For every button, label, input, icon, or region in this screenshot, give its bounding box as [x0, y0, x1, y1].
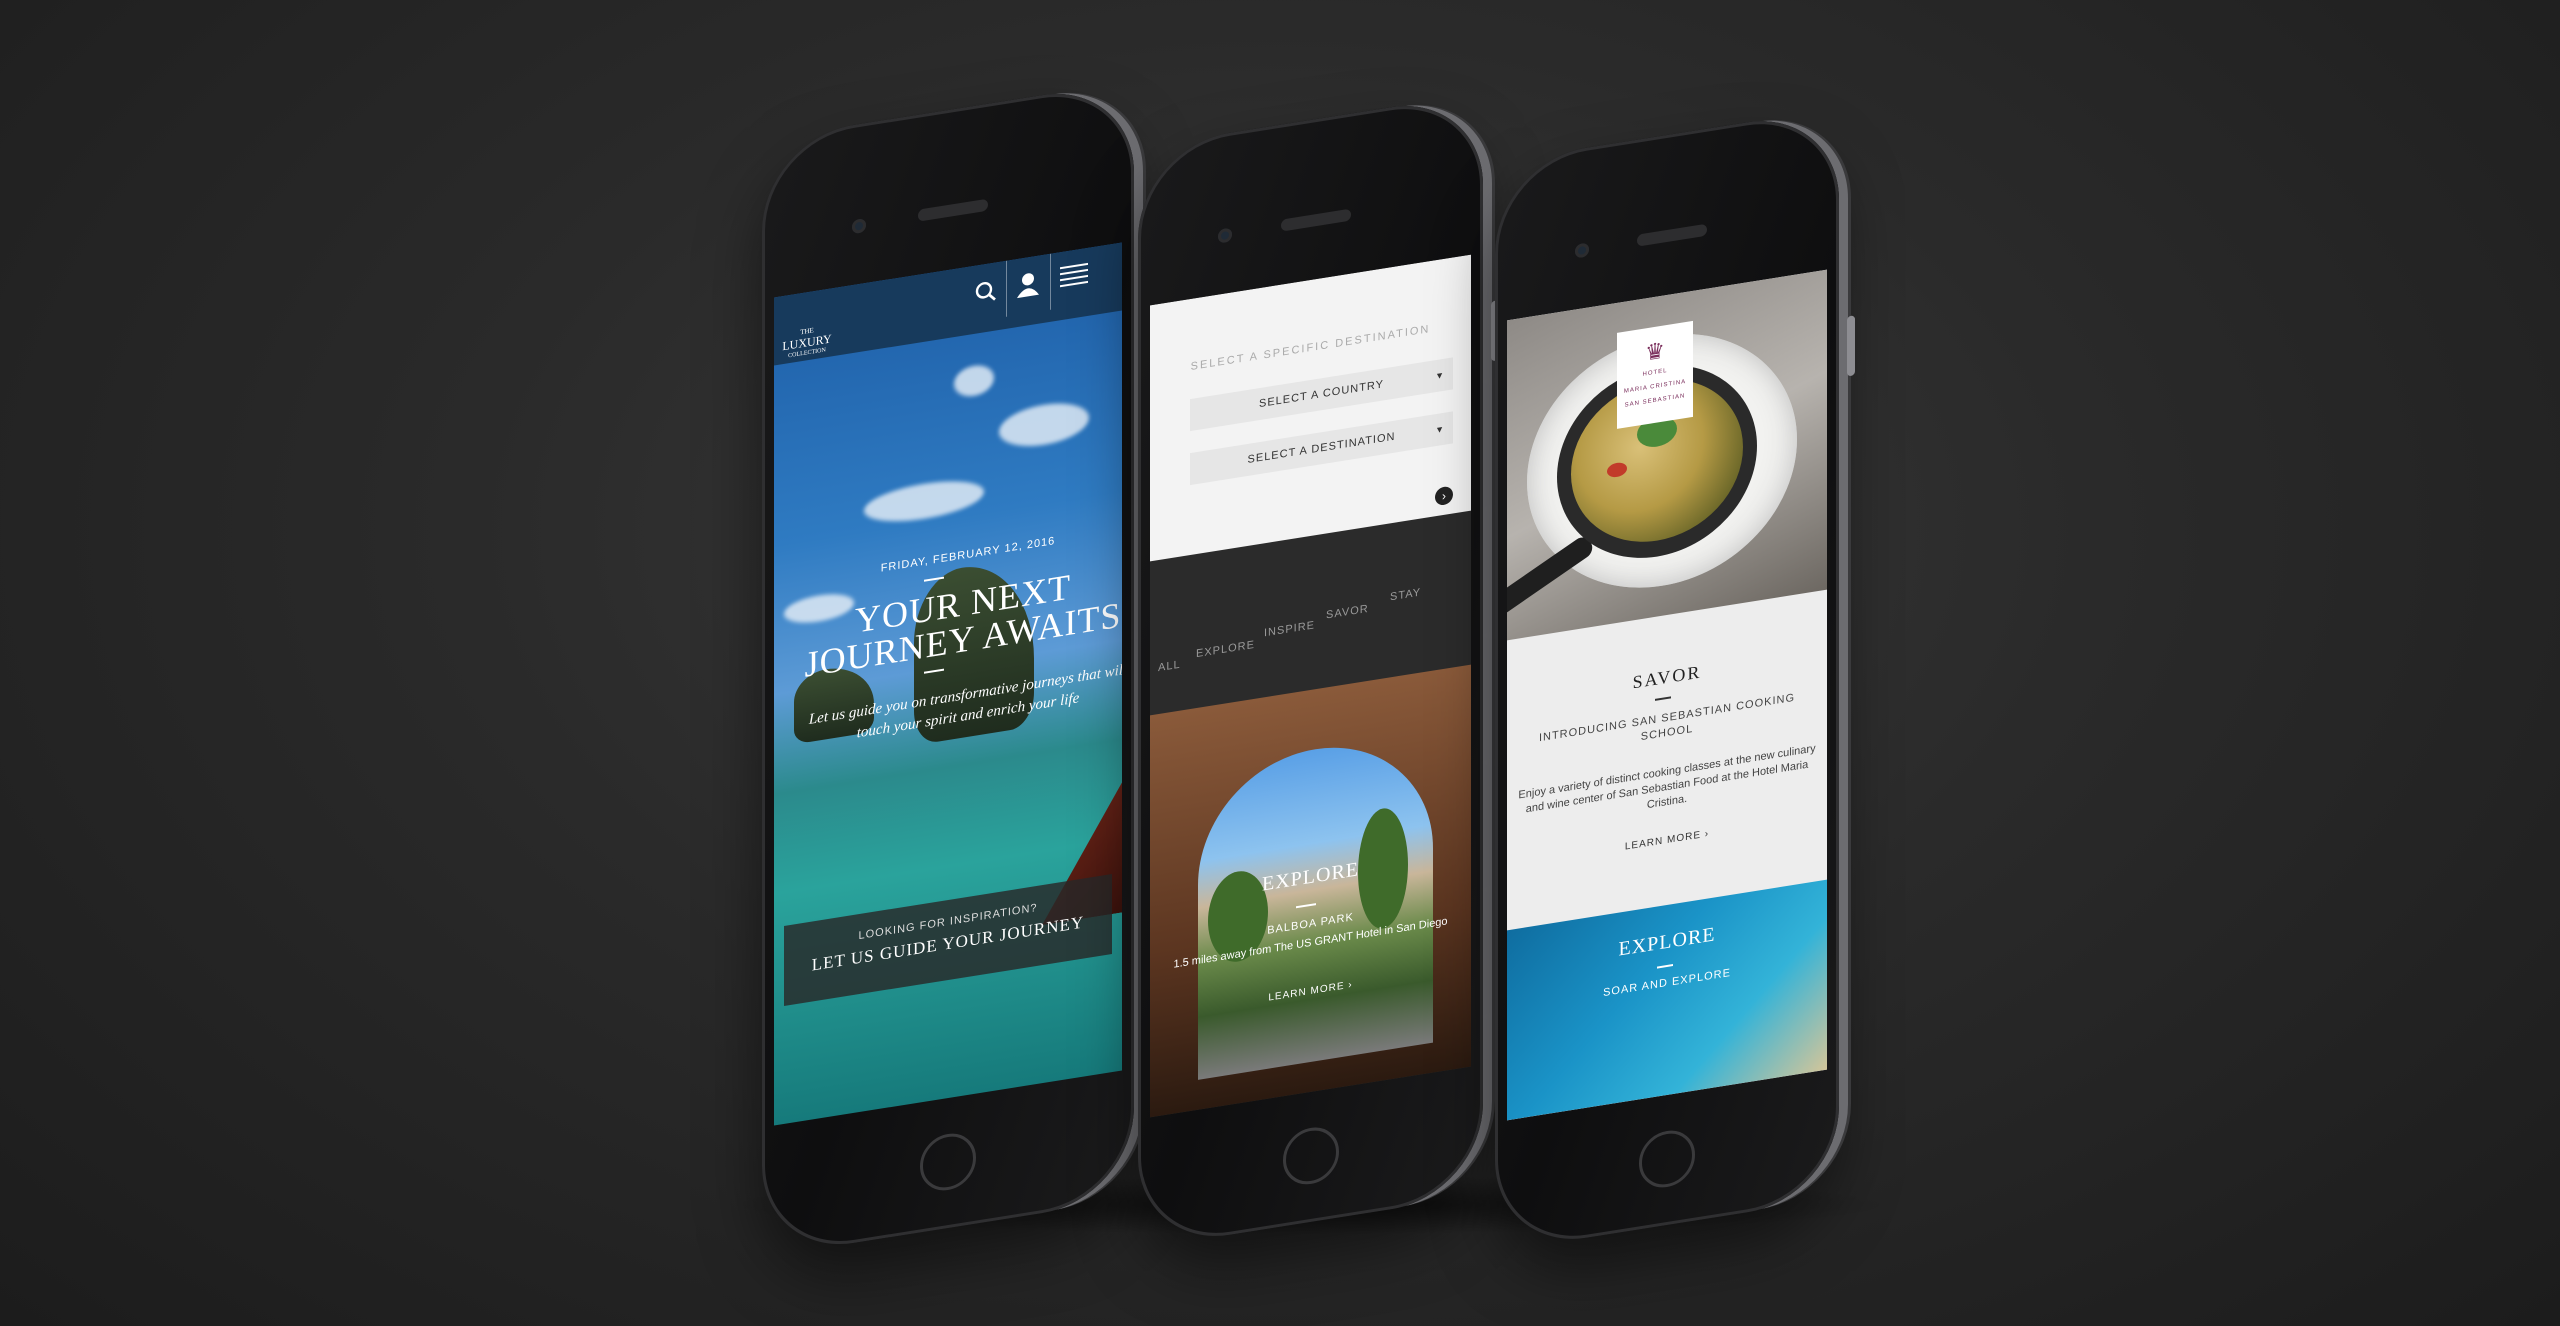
destination-panel: SELECT A SPECIFIC DESTINATION SELECT A C…: [1150, 254, 1471, 562]
guide-journey-banner[interactable]: LOOKING FOR INSPIRATION? LET US GUIDE YO…: [784, 874, 1112, 1006]
tab-all[interactable]: ALL: [1158, 659, 1181, 675]
divider: [1050, 253, 1051, 310]
hotel-badge: ♛ HOTEL MARIA CRISTINA SAN SEBASTIAN: [1617, 320, 1693, 429]
caret-down-icon: ▼: [1435, 369, 1445, 382]
phone-home: THE LUXURY COLLECTION FRIDAY, FEBRUARY 1…: [762, 80, 1150, 1258]
cloud: [954, 362, 994, 400]
go-arrow-icon[interactable]: ›: [1435, 485, 1453, 507]
cloud: [999, 397, 1089, 452]
tab-inspire[interactable]: INSPIRE: [1264, 619, 1315, 639]
destination-select-label: SELECT A DESTINATION: [1247, 430, 1396, 466]
front-camera: [1575, 242, 1589, 259]
volume-button: [1847, 315, 1855, 377]
earpiece: [1637, 223, 1707, 247]
cloud: [864, 474, 984, 529]
phone-savor: ♛ HOTEL MARIA CRISTINA SAN SEBASTIAN SAV…: [1495, 107, 1855, 1253]
home-screen: THE LUXURY COLLECTION FRIDAY, FEBRUARY 1…: [774, 242, 1122, 1126]
search-icon[interactable]: [974, 278, 998, 312]
top-navigation-bar: THE LUXURY COLLECTION: [774, 242, 1122, 366]
earpiece: [1280, 208, 1351, 232]
phone-explore: SELECT A SPECIFIC DESTINATION SELECT A C…: [1138, 92, 1499, 1250]
luxury-collection-logo[interactable]: THE LUXURY COLLECTION: [782, 322, 832, 363]
caret-down-icon: ▼: [1435, 423, 1445, 436]
home-button[interactable]: [1639, 1126, 1695, 1192]
savor-screen: ♛ HOTEL MARIA CRISTINA SAN SEBASTIAN SAV…: [1507, 269, 1827, 1121]
tab-stay[interactable]: STAY: [1390, 586, 1421, 603]
front-camera: [1218, 227, 1232, 244]
divider: [1655, 696, 1671, 701]
home-button[interactable]: [1282, 1123, 1339, 1189]
cooking-dish-image: ♛ HOTEL MARIA CRISTINA SAN SEBASTIAN: [1507, 269, 1827, 641]
tab-savor[interactable]: SAVOR: [1326, 603, 1369, 622]
user-icon[interactable]: [1016, 269, 1040, 305]
explore-screen: SELECT A SPECIFIC DESTINATION SELECT A C…: [1150, 254, 1471, 1118]
country-select-label: SELECT A COUNTRY: [1258, 378, 1385, 411]
menu-icon[interactable]: [1060, 260, 1088, 294]
tab-explore[interactable]: EXPLORE: [1196, 639, 1255, 660]
divider: [1006, 260, 1007, 317]
category-tabs: ALL EXPLORE INSPIRE SAVOR STAY: [1150, 585, 1471, 676]
earpiece: [918, 198, 988, 222]
front-camera: [852, 217, 866, 235]
home-button[interactable]: [920, 1129, 976, 1195]
